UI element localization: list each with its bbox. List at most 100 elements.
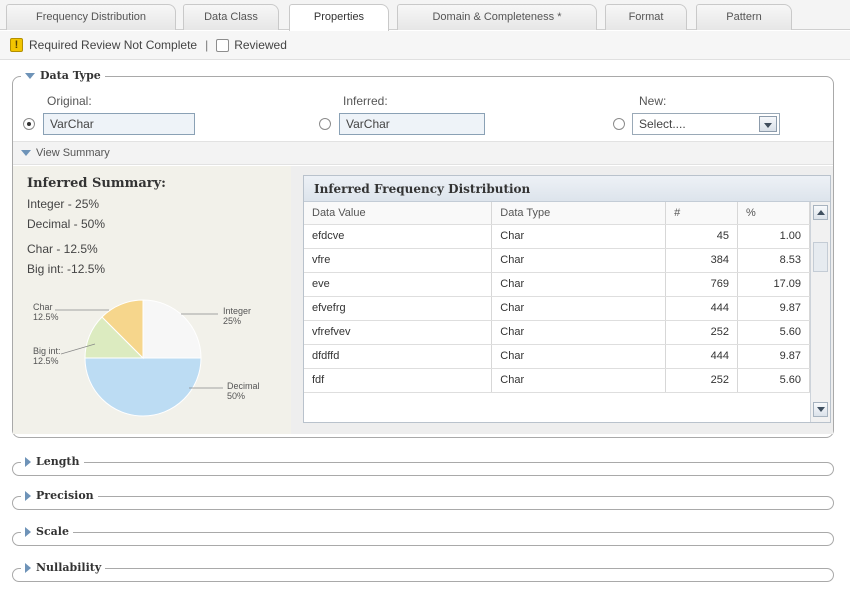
scale-legend[interactable]: Scale: [21, 525, 73, 538]
pie-label-char: Char 12.5%: [33, 302, 59, 322]
cell-data-type: Char: [491, 296, 667, 321]
cell-data-type: Char: [491, 224, 667, 249]
cell-percent: 5.60: [737, 368, 810, 393]
cell-data-value: fdf: [304, 368, 493, 393]
collapse-icon[interactable]: [25, 73, 35, 79]
cell-percent: 9.87: [737, 344, 810, 369]
scale-group[interactable]: Scale: [12, 525, 834, 546]
collapse-icon: [21, 150, 31, 157]
separator: |: [205, 38, 209, 52]
tab-bar: Frequency Distribution Data Class Proper…: [0, 0, 850, 31]
table-row[interactable]: vfrefvev Char 252 5.60: [304, 320, 810, 345]
cell-percent: 8.53: [737, 248, 810, 273]
nullability-group[interactable]: Nullability: [12, 561, 834, 582]
review-warning-text: Required Review Not Complete: [29, 38, 198, 52]
summary-line-integer: Integer - 25%: [27, 197, 100, 211]
new-type-select-value: Select....: [639, 117, 686, 131]
table-scrollbar[interactable]: [810, 202, 830, 422]
cell-data-type: Char: [491, 272, 667, 297]
cell-count: 252: [665, 368, 739, 393]
inferred-label: Inferred:: [343, 94, 388, 108]
expand-icon[interactable]: [25, 457, 31, 467]
cell-data-type: Char: [491, 344, 667, 369]
table-row[interactable]: vfre Char 384 8.53: [304, 248, 810, 273]
data-type-legend[interactable]: Data Type: [21, 69, 105, 82]
cell-data-type: Char: [491, 320, 667, 345]
tab-frequency-distribution[interactable]: Frequency Distribution: [6, 4, 176, 30]
cell-data-value: efvefrg: [304, 296, 493, 321]
tab-domain-completeness[interactable]: Domain & Completeness *: [397, 4, 597, 30]
frequency-table-title: Inferred Frequency Distribution: [304, 176, 830, 202]
cell-count: 45: [665, 224, 739, 249]
expand-icon[interactable]: [25, 491, 31, 501]
column-header-percent[interactable]: %: [737, 202, 810, 225]
column-header-data-value[interactable]: Data Value: [304, 202, 493, 225]
view-summary-toggle[interactable]: View Summary: [13, 141, 833, 165]
original-field[interactable]: VarChar: [43, 113, 195, 135]
length-group[interactable]: Length: [12, 455, 834, 476]
original-label: Original:: [47, 94, 92, 108]
warning-icon: !: [10, 38, 23, 52]
cell-data-value: eve: [304, 272, 493, 297]
cell-percent: 5.60: [737, 320, 810, 345]
cell-percent: 1.00: [737, 224, 810, 249]
summary-line-char: Char - 12.5%: [27, 242, 98, 256]
tab-pattern[interactable]: Pattern: [696, 4, 792, 30]
tab-properties[interactable]: Properties: [289, 4, 389, 31]
cell-data-value: vfre: [304, 248, 493, 273]
scroll-up-icon[interactable]: [813, 205, 828, 220]
expand-icon[interactable]: [25, 527, 31, 537]
column-header-count[interactable]: #: [665, 202, 739, 225]
table-row[interactable]: fdf Char 252 5.60: [304, 368, 810, 393]
inferred-summary-panel: Inferred Summary: Integer - 25% Decimal …: [13, 166, 291, 434]
table-row[interactable]: dfdffd Char 444 9.87: [304, 344, 810, 369]
pie-label-integer: Integer 25%: [223, 306, 252, 326]
precision-group[interactable]: Precision: [12, 489, 834, 510]
cell-count: 444: [665, 344, 739, 369]
scroll-thumb[interactable]: [813, 242, 828, 272]
pie-slice-decimal: [84, 357, 202, 417]
cell-data-type: Char: [491, 368, 667, 393]
cell-count: 384: [665, 248, 739, 273]
new-label: New:: [639, 94, 667, 108]
frequency-grid: Data Value Data Type # % efdcve Char 45 …: [304, 202, 810, 393]
expand-icon[interactable]: [25, 563, 31, 573]
summary-line-bigint: Big int: -12.5%: [27, 262, 106, 276]
column-header-data-type[interactable]: Data Type: [491, 202, 667, 225]
original-radio[interactable]: [23, 118, 35, 130]
tab-data-class[interactable]: Data Class: [183, 4, 279, 30]
pie-slice-integer: [142, 299, 202, 359]
cell-data-type: Char: [491, 248, 667, 273]
chevron-down-icon[interactable]: [759, 116, 777, 132]
reviewed-label[interactable]: Reviewed: [234, 38, 287, 52]
frequency-panel: Inferred Frequency Distribution Data Val…: [291, 166, 833, 434]
review-status-bar: ! Required Review Not Complete | Reviewe…: [0, 31, 850, 60]
cell-percent: 9.87: [737, 296, 810, 321]
cell-count: 769: [665, 272, 739, 297]
cell-data-value: efdcve: [304, 224, 493, 249]
table-row[interactable]: efvefrg Char 444 9.87: [304, 296, 810, 321]
new-type-select[interactable]: Select....: [632, 113, 780, 135]
frequency-table: Inferred Frequency Distribution Data Val…: [303, 175, 831, 423]
cell-count: 252: [665, 320, 739, 345]
precision-legend[interactable]: Precision: [21, 489, 98, 502]
summary-line-decimal: Decimal - 50%: [27, 217, 106, 231]
nullability-legend[interactable]: Nullability: [21, 561, 106, 574]
tab-format[interactable]: Format: [605, 4, 687, 30]
data-type-group: Data Type Original: VarChar Inferred: Va…: [12, 69, 834, 438]
cell-count: 444: [665, 296, 739, 321]
cell-percent: 17.09: [737, 272, 810, 297]
reviewed-checkbox[interactable]: [216, 38, 230, 52]
scroll-down-icon[interactable]: [813, 402, 828, 417]
inferred-radio[interactable]: [319, 118, 331, 130]
cell-data-value: vfrefvev: [304, 320, 493, 345]
pie-label-bigint: Big int: 12.5%: [33, 346, 61, 366]
inferred-field[interactable]: VarChar: [339, 113, 485, 135]
pie-label-decimal: Decimal 50%: [227, 381, 260, 401]
new-radio[interactable]: [613, 118, 625, 130]
length-legend[interactable]: Length: [21, 455, 84, 468]
summary-title: Inferred Summary:: [27, 176, 166, 191]
table-row[interactable]: efdcve Char 45 1.00: [304, 224, 810, 249]
cell-data-value: dfdffd: [304, 344, 493, 369]
table-row[interactable]: eve Char 769 17.09: [304, 272, 810, 297]
